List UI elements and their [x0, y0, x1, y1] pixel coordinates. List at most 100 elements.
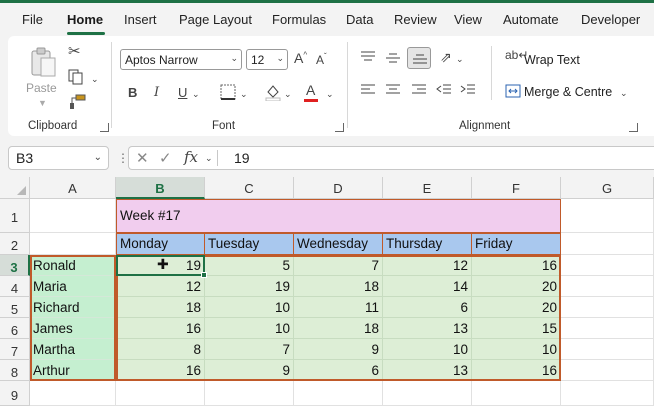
- grid-cell[interactable]: [116, 381, 205, 406]
- wrap-text-button[interactable]: Wrap Text: [524, 53, 580, 67]
- grid-cell[interactable]: [561, 318, 654, 339]
- column-header-b[interactable]: B: [116, 177, 205, 199]
- row-header-9[interactable]: 9: [0, 381, 30, 406]
- cell-value[interactable]: 9: [205, 360, 294, 381]
- copy-dropdown-icon[interactable]: ⌄: [91, 74, 99, 85]
- tab-formulas[interactable]: Formulas: [272, 12, 326, 27]
- align-left-icon[interactable]: [360, 84, 376, 96]
- cell-value[interactable]: 18: [294, 276, 383, 297]
- cell-person-name[interactable]: James: [30, 318, 116, 339]
- cell-value[interactable]: 15: [472, 318, 561, 339]
- grid-cell[interactable]: [561, 233, 654, 255]
- formula-input[interactable]: ✕ ✓ fx ⌄ 19: [128, 146, 654, 170]
- tab-file[interactable]: File: [22, 12, 43, 27]
- increase-font-size-icon[interactable]: A^: [294, 51, 307, 65]
- format-painter-icon[interactable]: [68, 94, 86, 110]
- borders-icon[interactable]: [220, 84, 236, 100]
- merge-centre-button[interactable]: Merge & Centre: [524, 85, 612, 99]
- chevron-down-icon[interactable]: ⌄: [205, 153, 213, 164]
- paste-icon[interactable]: [28, 46, 58, 78]
- tab-insert[interactable]: Insert: [124, 12, 157, 27]
- tab-review[interactable]: Review: [394, 12, 437, 27]
- align-right-icon[interactable]: [411, 84, 427, 96]
- cell-value[interactable]: 12: [383, 255, 472, 276]
- grid-cell[interactable]: [561, 360, 654, 381]
- underline-icon[interactable]: U: [178, 86, 187, 99]
- bold-icon[interactable]: B: [128, 86, 137, 99]
- cell-value[interactable]: 19: [205, 276, 294, 297]
- grid-cell[interactable]: [205, 381, 294, 406]
- grid-cell[interactable]: [30, 233, 116, 255]
- cell-value[interactable]: 9: [294, 339, 383, 360]
- cell-value[interactable]: 7: [205, 339, 294, 360]
- cell-value[interactable]: 18: [294, 318, 383, 339]
- cell-day-header[interactable]: Monday: [116, 233, 205, 255]
- clipboard-launcher-icon[interactable]: [100, 123, 109, 132]
- cell-day-header[interactable]: Tuesday: [205, 233, 294, 255]
- column-header-d[interactable]: D: [294, 177, 383, 199]
- row-header-8[interactable]: 8: [0, 360, 30, 381]
- tab-data[interactable]: Data: [346, 12, 373, 27]
- orientation-icon[interactable]: ⇗: [440, 50, 452, 64]
- worksheet-grid[interactable]: A B C D E F G 1 2 3 4 5 6 7 8 9 Week #17 Monday Tuesday Wed…: [0, 177, 654, 406]
- cancel-icon[interactable]: ✕: [136, 149, 149, 167]
- row-header-3[interactable]: 3: [0, 255, 30, 276]
- tab-page-layout[interactable]: Page Layout: [179, 12, 252, 27]
- cell-value[interactable]: 16: [472, 255, 561, 276]
- grid-cell[interactable]: [294, 381, 383, 406]
- enter-icon[interactable]: ✓: [159, 149, 172, 167]
- font-name-combo[interactable]: Aptos Narrow ⌄: [120, 49, 242, 70]
- cell-day-header[interactable]: Thursday: [383, 233, 472, 255]
- cell-value[interactable]: 14: [383, 276, 472, 297]
- row-header-6[interactable]: 6: [0, 318, 30, 339]
- alignment-launcher-icon[interactable]: [629, 123, 638, 132]
- column-header-e[interactable]: E: [383, 177, 472, 199]
- grid-cell[interactable]: [383, 381, 472, 406]
- name-box[interactable]: B3 ⌄: [8, 146, 109, 170]
- tab-view[interactable]: View: [454, 12, 482, 27]
- cell-value[interactable]: 20: [472, 276, 561, 297]
- cell-title-week[interactable]: Week #17: [116, 199, 561, 233]
- font-color-dropdown-icon[interactable]: ⌄: [326, 89, 334, 100]
- fill-handle[interactable]: [201, 272, 207, 278]
- tab-automate[interactable]: Automate: [503, 12, 559, 27]
- cell-value[interactable]: 16: [116, 318, 205, 339]
- increase-indent-icon[interactable]: [460, 84, 476, 96]
- grid-cell[interactable]: [561, 339, 654, 360]
- cell-value[interactable]: 11: [294, 297, 383, 318]
- font-size-combo[interactable]: 12 ⌄: [246, 49, 288, 70]
- font-launcher-icon[interactable]: [335, 123, 344, 132]
- grid-cell[interactable]: [561, 255, 654, 276]
- cut-icon[interactable]: ✂: [68, 44, 81, 59]
- cell-value[interactable]: 8: [116, 339, 205, 360]
- paste-dropdown-icon[interactable]: ▼: [38, 98, 47, 108]
- cell-value[interactable]: 10: [205, 297, 294, 318]
- cell-value[interactable]: 7: [294, 255, 383, 276]
- font-color-icon[interactable]: A: [306, 83, 315, 97]
- cell-value[interactable]: 6: [294, 360, 383, 381]
- cell-value[interactable]: 13: [383, 360, 472, 381]
- decrease-font-size-icon[interactable]: Aˇ: [316, 53, 327, 67]
- tab-developer[interactable]: Developer: [581, 12, 640, 27]
- cell-value[interactable]: 13: [383, 318, 472, 339]
- grid-cell[interactable]: [30, 381, 116, 406]
- grid-cell[interactable]: [561, 297, 654, 318]
- insert-function-icon[interactable]: fx: [184, 148, 198, 166]
- cell-value[interactable]: 10: [205, 318, 294, 339]
- cell-person-name[interactable]: Martha: [30, 339, 116, 360]
- grid-cell[interactable]: [561, 276, 654, 297]
- cell-day-header[interactable]: Wednesday: [294, 233, 383, 255]
- column-header-g[interactable]: G: [561, 177, 654, 199]
- grid-cell[interactable]: [561, 199, 654, 233]
- align-bottom-button[interactable]: [407, 47, 431, 69]
- cell-value[interactable]: 5: [205, 255, 294, 276]
- paste-label[interactable]: Paste: [26, 81, 57, 95]
- decrease-indent-icon[interactable]: [436, 84, 452, 96]
- align-center-icon[interactable]: [385, 84, 401, 96]
- merge-centre-icon[interactable]: [505, 84, 521, 98]
- cell-day-header[interactable]: Friday: [472, 233, 561, 255]
- align-top-icon[interactable]: [360, 51, 376, 63]
- cell-value[interactable]: 18: [116, 297, 205, 318]
- underline-dropdown-icon[interactable]: ⌄: [192, 89, 200, 100]
- cell-value[interactable]: 12: [116, 276, 205, 297]
